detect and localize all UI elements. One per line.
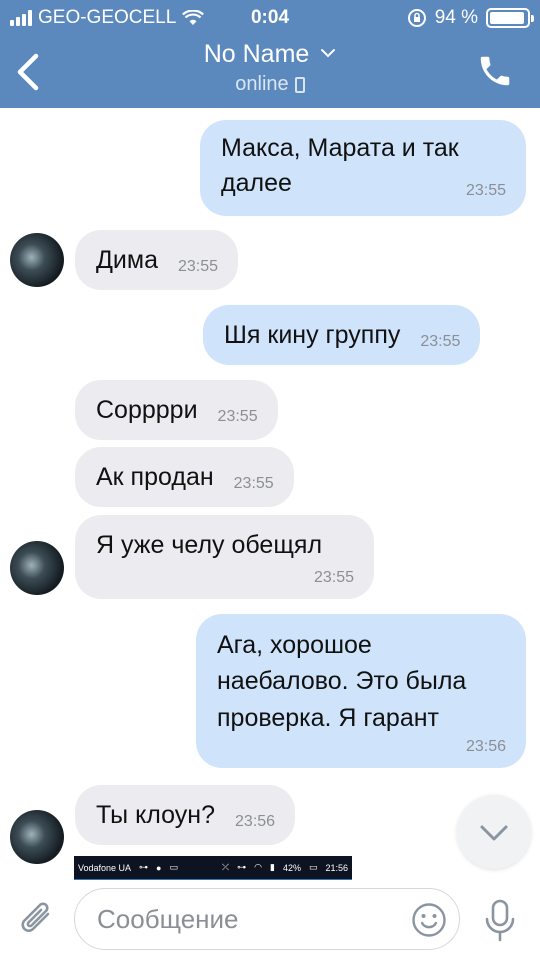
- message-text-line: Ага, хорошое: [217, 631, 372, 659]
- embedded-time: 21:56: [325, 862, 348, 873]
- message-bubble-incoming[interactable]: Сорррри 23:55: [75, 380, 278, 440]
- contact-avatar[interactable]: [10, 810, 64, 864]
- chat-icon: ●: [156, 862, 162, 873]
- message-time: 23:56: [235, 813, 276, 830]
- message-bubble-incoming[interactable]: Я уже челу обещял 23:55: [75, 515, 374, 599]
- microphone-icon: [485, 899, 515, 942]
- contact-avatar[interactable]: [10, 233, 64, 287]
- message-bubble-outgoing[interactable]: Макса, Марата и так далее 23:55: [200, 120, 526, 216]
- rotation-lock-icon: [407, 9, 426, 27]
- chevron-down-icon: [480, 825, 508, 841]
- message-time: 23:56: [465, 737, 506, 755]
- message-input[interactable]: Сообщение: [74, 888, 460, 950]
- message-time: 23:55: [465, 181, 506, 199]
- battery-icon: [486, 8, 534, 28]
- message-input-bar: Сообщение: [0, 880, 540, 960]
- call-button[interactable]: [476, 52, 514, 90]
- embedded-battery: 42%: [282, 862, 301, 873]
- message-text: Сорррри: [96, 396, 198, 424]
- battery-percent: 94 %: [434, 7, 478, 28]
- message-time: 23:55: [313, 568, 354, 586]
- message-input-placeholder: Сообщение: [97, 903, 239, 934]
- chat-title-area[interactable]: No Name online: [0, 40, 540, 96]
- chat-title[interactable]: No Name: [0, 40, 540, 69]
- message-time: 23:55: [233, 475, 274, 492]
- mute-icon: ⤫: [221, 862, 230, 872]
- message-bubble-incoming[interactable]: Ак продан 23:55: [75, 447, 294, 507]
- contact-name: No Name: [203, 40, 310, 68]
- attached-screenshot-preview[interactable]: Vodafone UA ⊶ ● ▭ ⤫ ⊶ ◠ ▮ 42% ▭ 21:56: [74, 856, 352, 882]
- contact-avatar[interactable]: [10, 541, 64, 595]
- message-text-line: Макса, Марата и так: [221, 134, 459, 162]
- status-text: online: [235, 73, 289, 95]
- paperclip-icon: [21, 902, 50, 932]
- key-icon: ⊶: [139, 862, 149, 872]
- message-bubble-incoming[interactable]: Дима 23:55: [75, 230, 239, 290]
- message-time: 23:55: [178, 258, 219, 275]
- message-icon: ▭: [169, 862, 178, 872]
- message-bubble-incoming[interactable]: Ты клоун? 23:56: [75, 785, 296, 845]
- presence-status: online: [235, 73, 305, 96]
- message-text-line: проверка. Я гарант: [217, 703, 439, 732]
- message-text: Дима: [96, 246, 158, 274]
- status-bar: GEO-GEOCELL 0:04 94 %: [0, 0, 540, 36]
- message-bubble-outgoing[interactable]: Ага, хорошое наебалово. Это была проверк…: [196, 614, 526, 768]
- message-text: Ты клоун?: [96, 801, 216, 829]
- microphone-button[interactable]: [482, 898, 518, 944]
- message-text-line: далее: [221, 168, 292, 197]
- smiley-icon: [412, 903, 446, 937]
- chat-header: GEO-GEOCELL 0:04 94 % No Name online: [0, 0, 540, 108]
- message-time: 23:55: [217, 408, 258, 425]
- embedded-carrier: Vodafone UA: [78, 862, 132, 873]
- scroll-to-bottom-button[interactable]: [457, 795, 531, 869]
- message-text-line: наебалово. Это была: [217, 667, 467, 696]
- message-text: Ак продан: [96, 463, 214, 491]
- message-time: 23:55: [420, 333, 461, 350]
- message-text: Я уже челу обещял: [96, 531, 323, 559]
- chevron-down-icon: [321, 49, 336, 58]
- attach-button[interactable]: [18, 898, 58, 942]
- battery-area: 94 %: [407, 7, 534, 29]
- phone-icon: [480, 56, 510, 86]
- vpn-key-icon: ⊶: [237, 862, 247, 872]
- message-bubble-outgoing[interactable]: Шя кину группу 23:55: [203, 305, 481, 365]
- mobile-icon: [294, 76, 305, 93]
- battery-icon: ▭: [308, 862, 318, 872]
- wifi-icon: ◠: [254, 862, 262, 872]
- signal-icon: ▮: [269, 862, 275, 872]
- emoji-button[interactable]: [411, 902, 447, 938]
- message-text: Шя кину группу: [224, 321, 401, 349]
